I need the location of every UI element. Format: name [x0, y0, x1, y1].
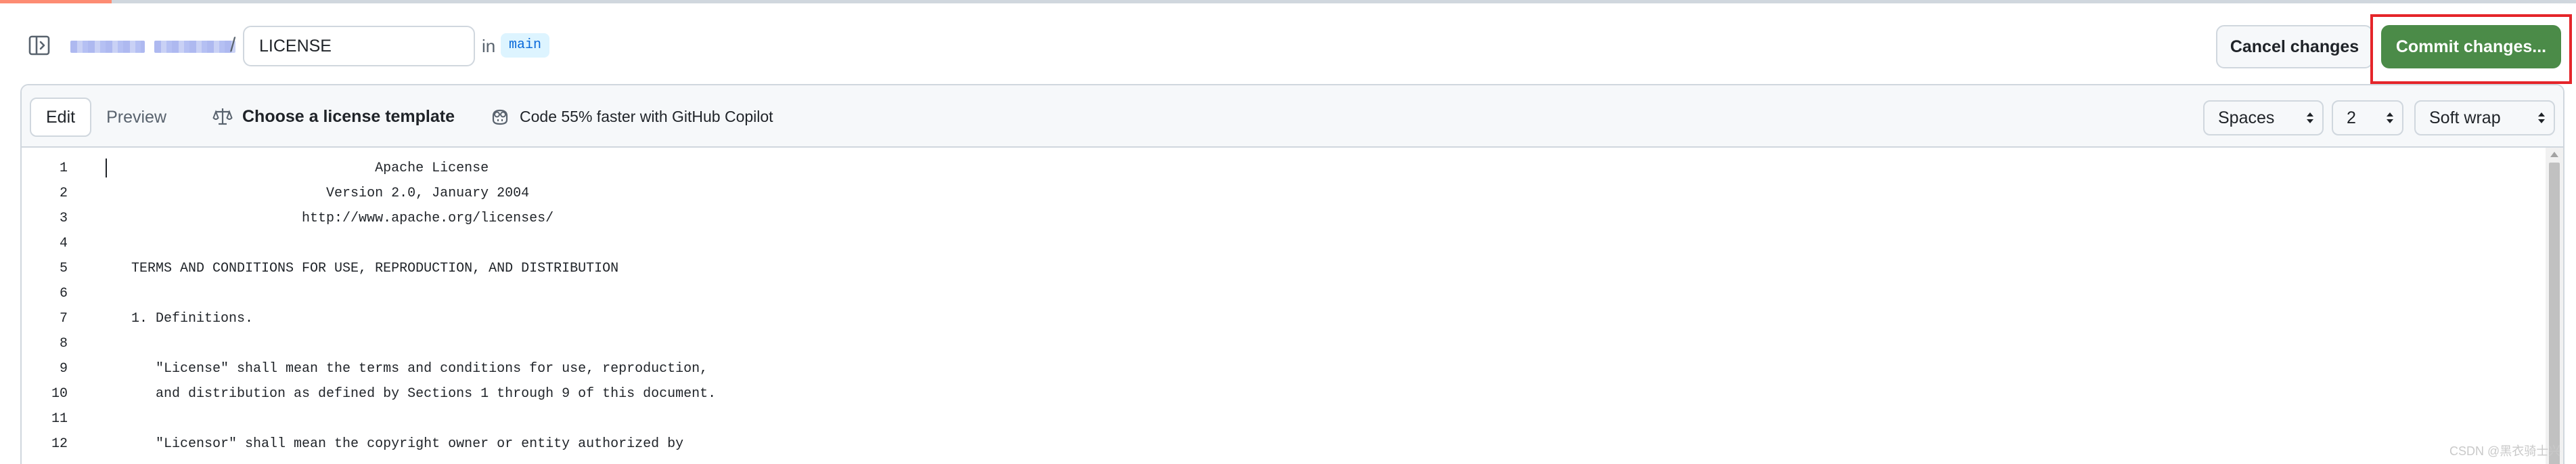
law-scale-icon: [212, 108, 233, 125]
branch-badge[interactable]: main: [501, 33, 550, 58]
line-number: 12: [51, 436, 68, 452]
line-text: 1. Definitions.: [107, 311, 254, 326]
file-editor: Edit Preview Choose a license template C…: [20, 84, 2564, 464]
wrap-mode-value: Soft wrap: [2429, 108, 2501, 127]
choose-license-template-button[interactable]: Choose a license template: [212, 99, 455, 134]
code-line: 2 Version 2.0, January 2004: [22, 181, 2525, 206]
line-number: 10: [51, 386, 68, 402]
code-line: 11: [22, 406, 2525, 431]
wrap-mode-select[interactable]: Soft wrap: [2414, 100, 2555, 135]
indent-mode-select[interactable]: Spaces: [2203, 100, 2324, 135]
copilot-icon: [492, 109, 508, 125]
indent-size-value: 2: [2347, 108, 2356, 127]
code-line: 1 Apache License: [22, 156, 2525, 181]
copilot-promo-label: Code 55% faster with GitHub Copilot: [520, 107, 773, 125]
line-number: 2: [59, 186, 68, 201]
copilot-promo-link[interactable]: Code 55% faster with GitHub Copilot: [490, 99, 773, 134]
indent-size-select[interactable]: 2: [2332, 100, 2403, 135]
code-line: 5 TERMS AND CONDITIONS FOR USE, REPRODUC…: [22, 256, 2525, 281]
tab-edit[interactable]: Edit: [30, 98, 92, 137]
line-text: TERMS AND CONDITIONS FOR USE, REPRODUCTI…: [107, 261, 619, 276]
cancel-changes-button[interactable]: Cancel changes: [2216, 25, 2373, 68]
line-text: "License" shall mean the terms and condi…: [107, 361, 708, 377]
line-text: Version 2.0, January 2004: [107, 186, 530, 201]
line-number: 11: [51, 411, 68, 427]
code-area[interactable]: 1 Apache License 2 Version 2.0, January …: [22, 148, 2563, 464]
scroll-up-arrow-icon[interactable]: [2550, 152, 2558, 157]
scrollbar-thumb[interactable]: [2549, 163, 2560, 464]
breadcrumb[interactable]: [70, 37, 235, 56]
owner-name-redacted[interactable]: [70, 41, 145, 53]
up-down-caret-icon: [2307, 112, 2313, 123]
line-number: 8: [59, 336, 68, 352]
line-text: and distribution as defined by Sections …: [107, 386, 717, 402]
line-number: 4: [59, 236, 68, 251]
indent-mode-value: Spaces: [2218, 108, 2275, 127]
line-number: 1: [59, 161, 68, 176]
line-number: 5: [59, 261, 68, 276]
code-line: 6: [22, 281, 2525, 306]
in-label: in: [482, 36, 496, 56]
code-line: 8: [22, 331, 2525, 356]
filename-input[interactable]: LICENSE: [243, 26, 475, 66]
code-line: 10 and distribution as defined by Sectio…: [22, 381, 2525, 406]
tab-preview[interactable]: Preview: [91, 98, 181, 137]
editor-toolbar: Edit Preview Choose a license template C…: [22, 85, 2563, 148]
vertical-scrollbar[interactable]: [2546, 148, 2563, 464]
line-number: 6: [59, 286, 68, 301]
code-line: 7 1. Definitions.: [22, 306, 2525, 331]
line-number: 7: [59, 311, 68, 326]
up-down-caret-icon: [2387, 112, 2393, 123]
license-template-label: Choose a license template: [242, 106, 455, 126]
code-line: 3 http://www.apache.org/licenses/: [22, 206, 2525, 231]
path-separator: /: [230, 34, 236, 56]
commit-changes-button[interactable]: Commit changes...: [2381, 25, 2561, 68]
editor-header: / LICENSE in main Cancel changes Commit …: [0, 3, 2576, 84]
repo-name-redacted[interactable]: [154, 41, 235, 53]
line-number: 9: [59, 361, 68, 377]
line-number: 3: [59, 211, 68, 226]
edit-preview-tabs: Edit Preview: [30, 98, 181, 137]
sidebar-expand-icon[interactable]: [27, 33, 51, 58]
line-text: "Licensor" shall mean the copyright owne…: [107, 436, 684, 452]
code-line: 9 "License" shall mean the terms and con…: [22, 356, 2525, 381]
line-text: http://www.apache.org/licenses/: [107, 211, 554, 226]
code-line: 4: [22, 231, 2525, 256]
code-line: 12 "Licensor" shall mean the copyright o…: [22, 431, 2525, 457]
line-text: Apache License: [107, 161, 489, 176]
watermark: CSDN @黑衣骑士兴: [2449, 444, 2561, 458]
up-down-caret-icon: [2538, 112, 2545, 123]
